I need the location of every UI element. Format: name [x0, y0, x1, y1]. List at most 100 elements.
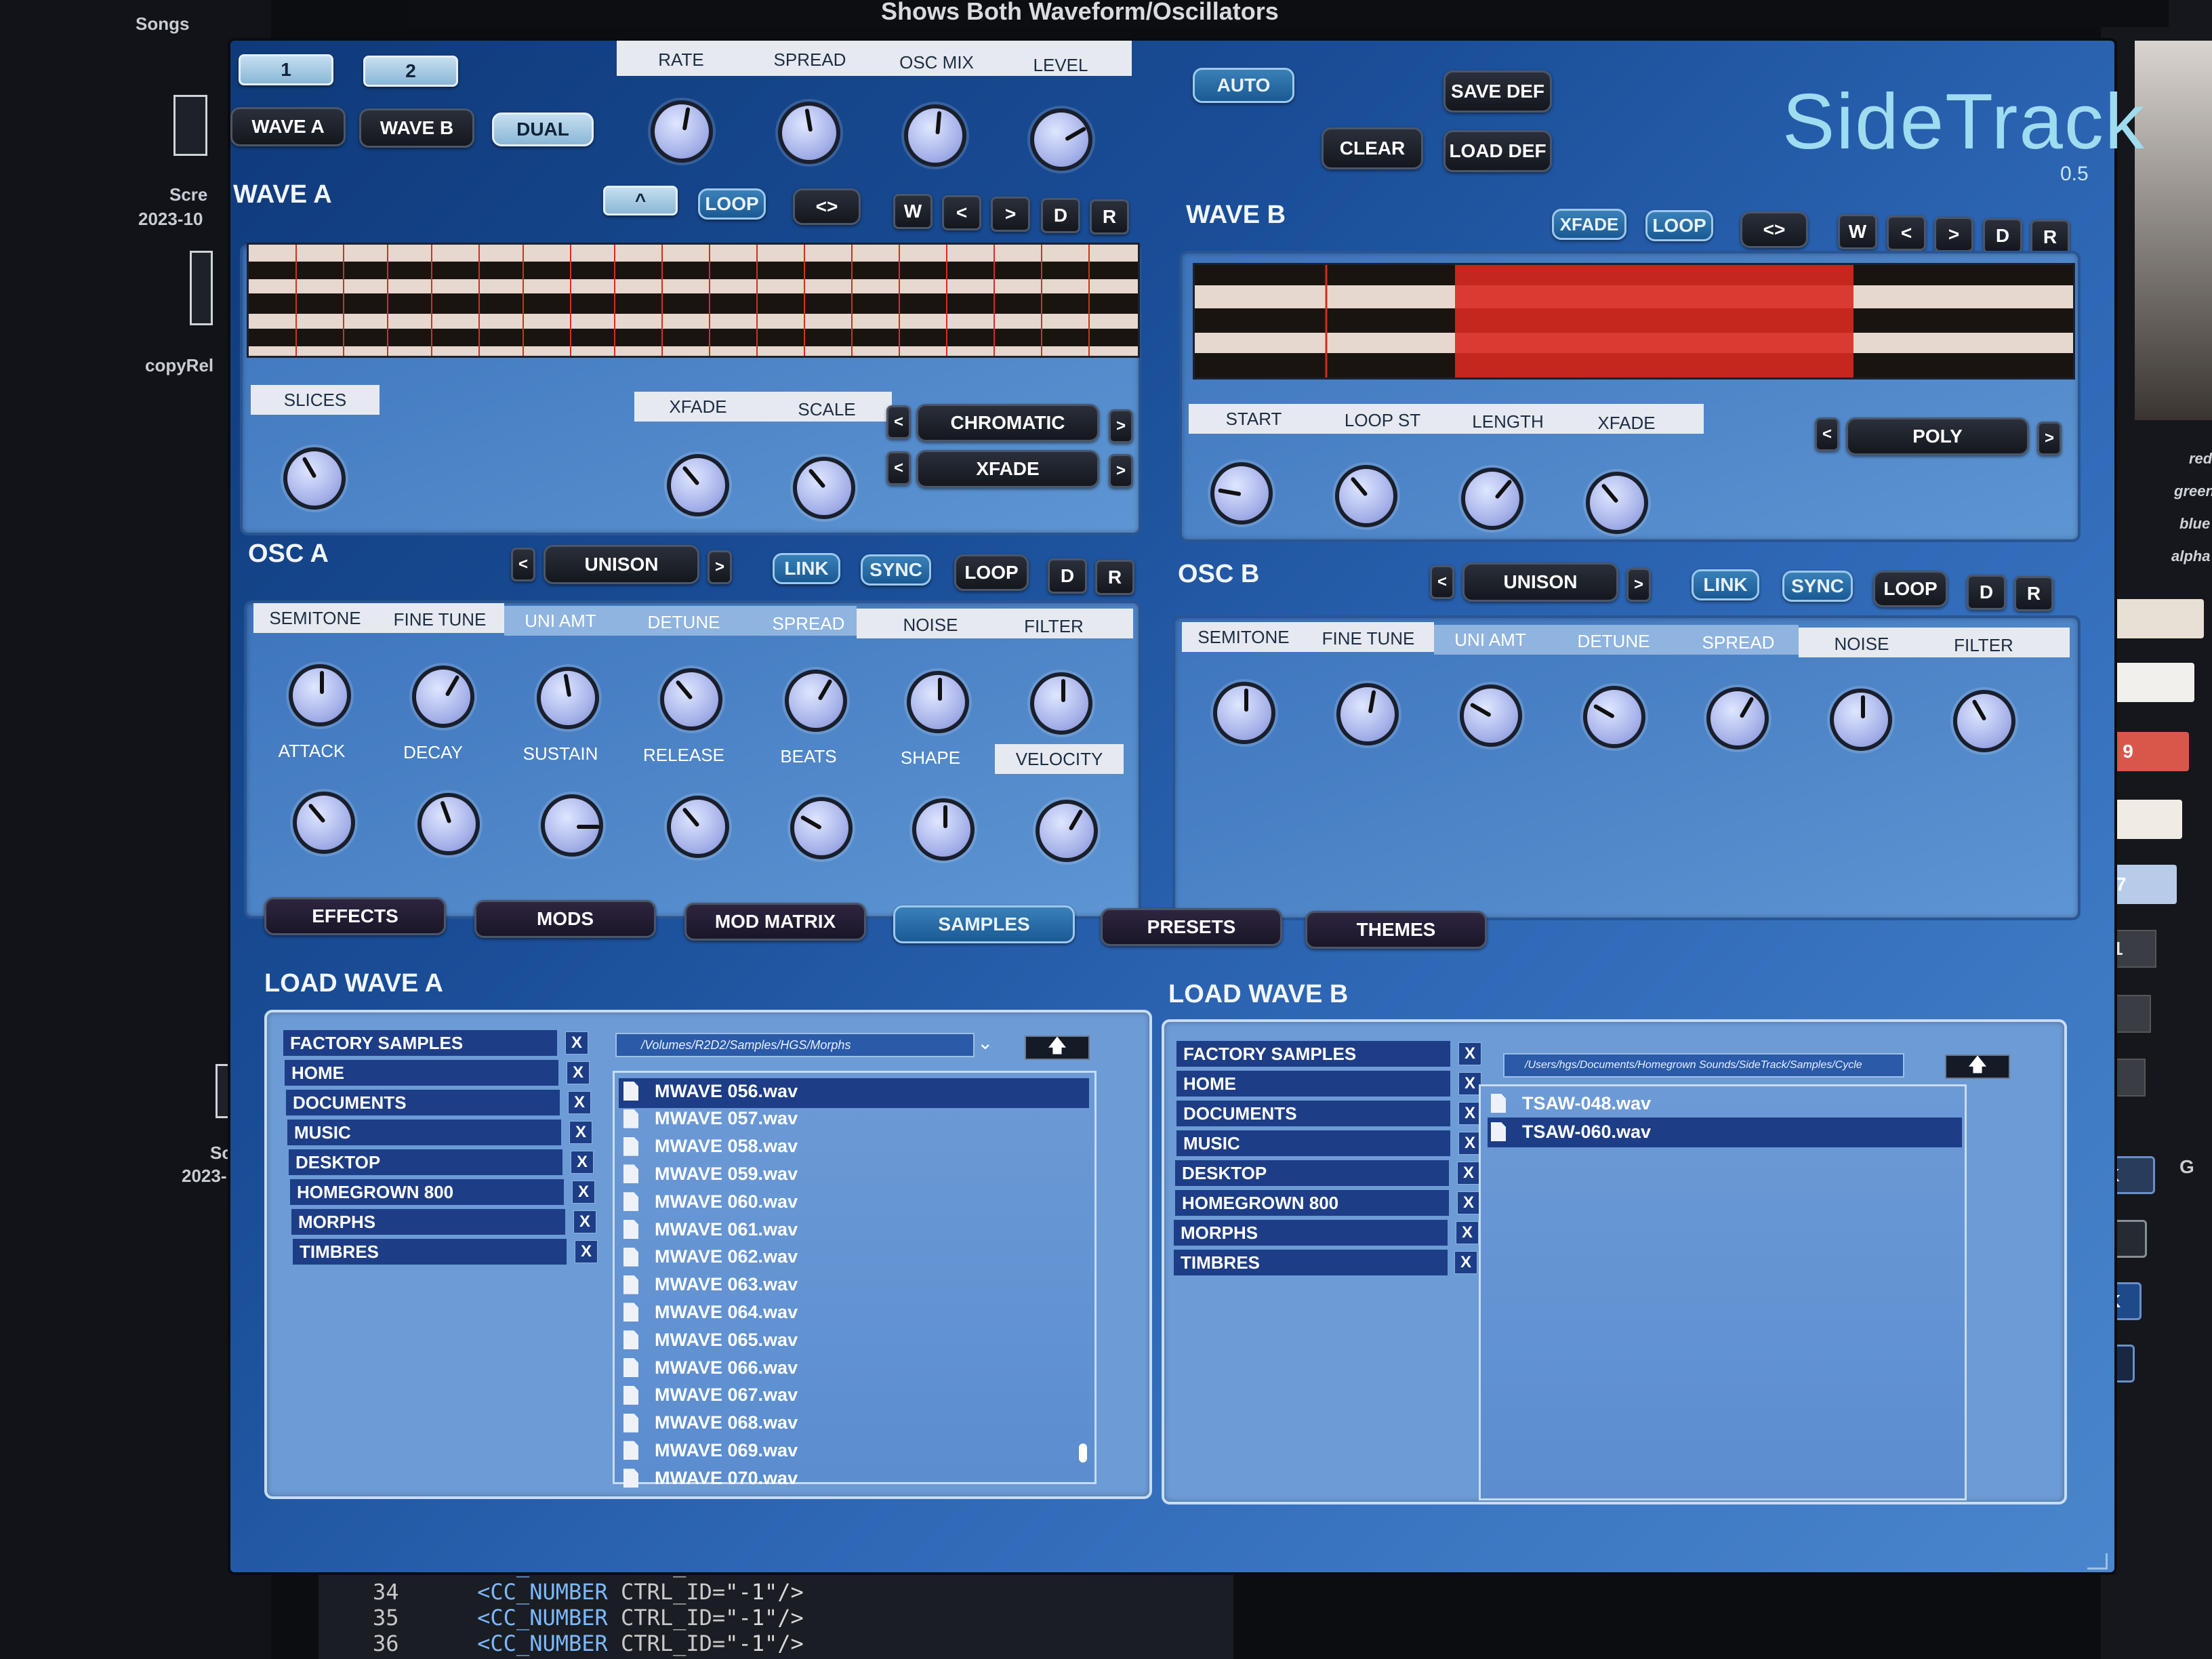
remove-location-button[interactable]: X: [1457, 1191, 1480, 1214]
file-item[interactable]: MWAVE 058.wav: [623, 1133, 1071, 1160]
osc-b-filter-knob[interactable]: [1953, 690, 2015, 752]
wave-a-scale-knob[interactable]: [793, 457, 855, 519]
file-list-b[interactable]: [1479, 1084, 1967, 1500]
location-music[interactable]: MUSIC: [1176, 1130, 1450, 1156]
resize-grip-icon[interactable]: [2087, 1553, 2108, 1570]
osc-a-link-button[interactable]: LINK: [773, 553, 840, 584]
wave-a-d-button[interactable]: D: [1041, 198, 1080, 233]
osc-a-uni-amt-knob[interactable]: [537, 667, 599, 729]
location-morphs[interactable]: MORPHS: [1174, 1220, 1448, 1246]
scale-mode-selector[interactable]: CHROMATIC: [916, 404, 1099, 442]
wave-b-r-button[interactable]: R: [2030, 220, 2070, 255]
remove-location-button[interactable]: X: [567, 1061, 590, 1084]
location-homegrown-800[interactable]: HOMEGROWN 800: [1175, 1190, 1449, 1216]
file-item[interactable]: MWAVE 063.wav: [623, 1271, 1071, 1298]
osc-b-semitone-knob[interactable]: [1213, 682, 1275, 744]
wave-a-button[interactable]: WAVE A: [230, 107, 346, 146]
remove-location-button[interactable]: X: [569, 1121, 592, 1144]
osc-a-detune-knob[interactable]: [660, 668, 722, 731]
wave-b-button[interactable]: WAVE B: [359, 108, 474, 148]
poly-next-button[interactable]: >: [2037, 422, 2062, 455]
location-factory-samples[interactable]: FACTORY SAMPLES: [283, 1030, 557, 1056]
osc-a-mode-prev-button[interactable]: <: [511, 548, 535, 581]
file-item[interactable]: MWAVE 068.wav: [623, 1410, 1071, 1437]
remove-location-button[interactable]: X: [1457, 1162, 1480, 1185]
file-item[interactable]: MWAVE 067.wav: [623, 1382, 1071, 1409]
file-item[interactable]: TSAW-060.wav: [1491, 1118, 1938, 1145]
osc-a-filter-knob[interactable]: [1030, 672, 1092, 735]
osc-a-r-button[interactable]: R: [1095, 560, 1134, 595]
file-item[interactable]: TSAW-048.wav: [1491, 1090, 1938, 1117]
slices-knob[interactable]: [283, 447, 346, 510]
tab-themes[interactable]: THEMES: [1305, 911, 1487, 949]
voice-mode-selector[interactable]: POLY: [1846, 417, 2029, 455]
osc-b-uni-amt-knob[interactable]: [1460, 684, 1522, 747]
velocity-knob[interactable]: [1036, 800, 1098, 862]
osc-a-mode-selector[interactable]: UNISON: [544, 545, 699, 584]
location-documents[interactable]: DOCUMENTS: [286, 1090, 560, 1115]
wave-a-loop-button[interactable]: LOOP: [698, 188, 766, 220]
file-item[interactable]: MWAVE 059.wav: [623, 1160, 1071, 1187]
file-item[interactable]: MWAVE 070.wav: [623, 1465, 1071, 1492]
desktop-file-label[interactable]: Scre: [169, 184, 207, 205]
dual-button[interactable]: DUAL: [492, 112, 594, 146]
location-home[interactable]: HOME: [1176, 1071, 1450, 1097]
osc-a-noise-knob[interactable]: [907, 671, 969, 733]
tab-presets[interactable]: PRESETS: [1101, 908, 1282, 946]
wave-a-r-button[interactable]: R: [1090, 199, 1129, 234]
scale-prev-button[interactable]: <: [886, 405, 911, 439]
shape-knob[interactable]: [912, 798, 975, 861]
remove-location-button[interactable]: X: [575, 1240, 598, 1263]
wave-b-w-button[interactable]: W: [1838, 214, 1877, 249]
remove-location-button[interactable]: X: [1456, 1221, 1479, 1244]
xfade-mode-selector[interactable]: XFADE: [916, 450, 1099, 488]
location-morphs[interactable]: MORPHS: [291, 1209, 565, 1235]
file-item[interactable]: MWAVE 060.wav: [623, 1188, 1071, 1215]
location-documents[interactable]: DOCUMENTS: [1176, 1101, 1450, 1126]
tab-samples[interactable]: SAMPLES: [893, 905, 1075, 943]
file-thumbnail[interactable]: [190, 251, 213, 325]
auto-button[interactable]: AUTO: [1193, 68, 1294, 103]
start-knob[interactable]: [1210, 462, 1273, 525]
scale-next-button[interactable]: >: [1109, 409, 1133, 443]
remove-location-button[interactable]: X: [565, 1031, 588, 1054]
wave-a-prev-button[interactable]: <: [942, 195, 981, 230]
wave-a-next-button[interactable]: >: [991, 197, 1030, 232]
xfade-mode-next-button[interactable]: >: [1109, 454, 1133, 488]
decay-knob[interactable]: [417, 793, 480, 855]
level-knob[interactable]: [1030, 108, 1092, 171]
location-desktop[interactable]: DESKTOP: [1175, 1160, 1449, 1186]
osc-a-loop-button[interactable]: LOOP: [954, 554, 1029, 591]
location-timbres[interactable]: TIMBRES: [1174, 1250, 1448, 1275]
osc-b-loop-button[interactable]: LOOP: [1873, 571, 1948, 607]
remove-location-button[interactable]: X: [573, 1210, 596, 1233]
osc-a-semitone-knob[interactable]: [289, 664, 351, 726]
xfade-mode-prev-button[interactable]: <: [886, 451, 911, 485]
location-home[interactable]: HOME: [285, 1060, 558, 1086]
length-knob[interactable]: [1461, 468, 1523, 530]
wave-b-loop-button[interactable]: LOOP: [1645, 210, 1713, 241]
wave-b-xfade-button[interactable]: XFADE: [1552, 209, 1626, 240]
tab-mod-matrix[interactable]: MOD MATRIX: [684, 903, 866, 941]
file-item[interactable]: MWAVE 057.wav: [623, 1105, 1071, 1132]
wave-b-swap-button[interactable]: <>: [1740, 211, 1808, 248]
location-timbres[interactable]: TIMBRES: [293, 1239, 567, 1265]
osc-b-noise-knob[interactable]: [1830, 689, 1892, 751]
osc-b-mode-selector[interactable]: UNISON: [1462, 562, 1618, 602]
wave-b-d-button[interactable]: D: [1983, 218, 2022, 253]
osc-mix-knob[interactable]: [904, 104, 966, 167]
remove-location-button[interactable]: X: [572, 1181, 595, 1204]
osc-a-sync-button[interactable]: SYNC: [861, 554, 931, 586]
file-item[interactable]: MWAVE 065.wav: [623, 1326, 1071, 1353]
attack-knob[interactable]: [293, 792, 355, 854]
remove-location-button[interactable]: X: [1458, 1042, 1481, 1065]
preset-slot-1-button[interactable]: 1: [239, 54, 333, 85]
file-item[interactable]: MWAVE 064.wav: [623, 1298, 1071, 1326]
wave-b-waveform[interactable]: [1193, 263, 2075, 380]
wave-a-w-button[interactable]: W: [893, 194, 933, 229]
file-item[interactable]: MWAVE 056.wav: [623, 1078, 1071, 1105]
path-dropdown[interactable]: /Users/hgs/Documents/Homegrown Sounds/Si…: [1503, 1053, 1904, 1078]
osc-b-mode-next-button[interactable]: >: [1626, 568, 1651, 602]
wave-a-waveform[interactable]: [247, 243, 1140, 358]
osc-b-r-button[interactable]: R: [2014, 576, 2053, 611]
